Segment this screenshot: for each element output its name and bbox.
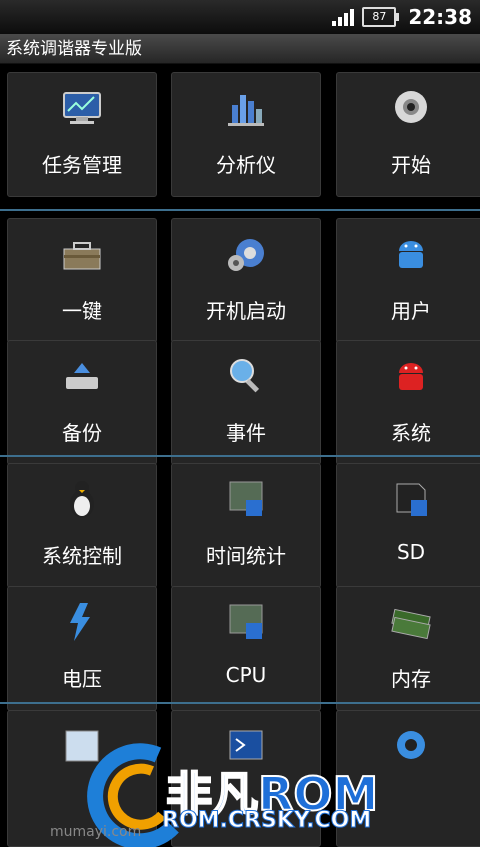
lightning-icon <box>70 603 90 641</box>
tile-memory[interactable]: 内存 <box>336 586 480 711</box>
tile-partial-1[interactable] <box>7 710 157 847</box>
status-bar: 87 22:38 <box>0 0 480 34</box>
android-red-icon <box>399 363 423 390</box>
tile-cpu[interactable]: CPU <box>171 586 321 711</box>
tile-backup[interactable]: 备份 <box>7 340 157 465</box>
disc-icon <box>395 91 427 123</box>
cpu-chip-icon <box>229 481 263 516</box>
gear-icon <box>397 731 425 759</box>
battery-icon: 87 <box>362 7 400 27</box>
tile-partial-2[interactable] <box>171 710 321 847</box>
section-divider <box>0 455 480 457</box>
tile-boot-startup[interactable]: 开机启动 <box>171 218 321 343</box>
magnifier-icon <box>230 359 260 393</box>
toolbox-icon <box>63 242 101 270</box>
tile-user[interactable]: 用户 <box>336 218 480 343</box>
tile-label: 用户 <box>391 299 431 323</box>
tile-one-click[interactable]: 一键 <box>7 218 157 343</box>
penguin-icon <box>70 481 94 518</box>
tile-label: CPU <box>225 663 267 687</box>
app-title-bar: 系统调谐器专业版 <box>0 34 480 64</box>
tile-time-stats[interactable]: 时间统计 <box>171 463 321 588</box>
terminal-icon <box>229 730 263 760</box>
android-blue-icon <box>399 241 423 268</box>
cpu-chip-icon <box>229 604 263 639</box>
tile-label: 内存 <box>391 667 431 691</box>
tile-sd[interactable]: SD <box>336 463 480 588</box>
tile-label: 事件 <box>226 421 266 445</box>
sd-card-icon <box>396 483 427 516</box>
tile-start[interactable]: 开始 <box>336 72 480 197</box>
tile-label: 分析仪 <box>216 153 276 177</box>
section-divider <box>0 209 480 211</box>
ram-icon <box>391 608 431 640</box>
tile-label: 时间统计 <box>206 544 286 568</box>
tile-task-manager[interactable]: 任务管理 <box>7 72 157 197</box>
bar-chart-icon <box>228 95 264 126</box>
signal-icon <box>332 8 355 26</box>
gear-power-icon <box>228 239 264 271</box>
section-divider <box>0 702 480 704</box>
tile-label: 电压 <box>62 667 102 691</box>
tile-label: SD <box>396 540 426 564</box>
tile-partial-3[interactable] <box>336 710 480 847</box>
backup-icon <box>66 363 98 389</box>
tile-events[interactable]: 事件 <box>171 340 321 465</box>
app-title: 系统调谐器专业版 <box>6 39 142 59</box>
tile-label: 备份 <box>62 421 102 445</box>
tile-analyzer[interactable]: 分析仪 <box>171 72 321 197</box>
tile-label: 系统控制 <box>42 544 122 568</box>
tile-label: 开始 <box>391 153 431 177</box>
tile-voltage[interactable]: 电压 <box>7 586 157 711</box>
tile-label: 开机启动 <box>206 299 286 323</box>
map-icon <box>65 730 99 762</box>
clock: 22:38 <box>408 5 472 29</box>
tile-label: 任务管理 <box>42 153 122 177</box>
tile-system[interactable]: 系统 <box>336 340 480 465</box>
tile-system-control[interactable]: 系统控制 <box>7 463 157 588</box>
tile-label: 一键 <box>62 299 102 323</box>
tile-label: 系统 <box>391 421 431 445</box>
monitor-icon <box>63 92 101 124</box>
